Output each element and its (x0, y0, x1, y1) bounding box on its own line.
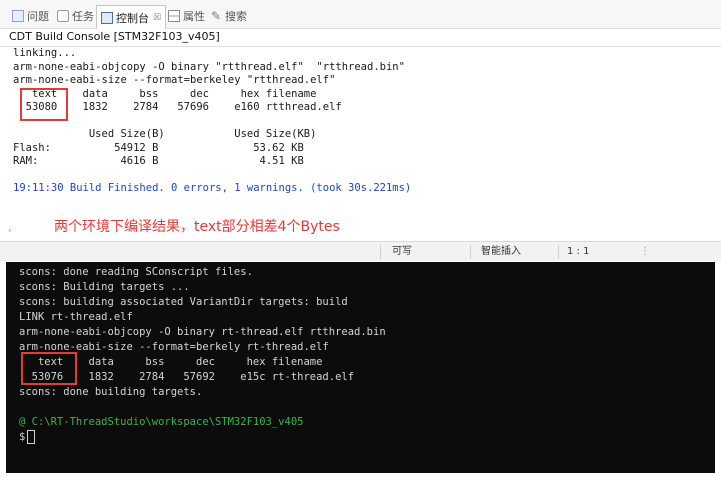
build-console-output[interactable]: linking... arm-none-eabi-objcopy -O bina… (13, 47, 411, 196)
terminal-path: @ C:\RT-ThreadStudio\workspace\STM32F103… (19, 416, 304, 428)
console-flash-usage: Flash: 54912 B 53.62 KB (13, 141, 304, 154)
tab-tasks[interactable]: 任务 (57, 6, 94, 25)
build-finished-line: 19:11:30 Build Finished. 0 errors, 1 war… (13, 182, 412, 194)
terminal-window[interactable]: scons: done reading SConscript files. sc… (6, 262, 715, 473)
tab-properties[interactable]: 属性 (168, 6, 205, 25)
tab-search[interactable]: ✎ 搜索 (210, 6, 247, 25)
search-icon: ✎ (210, 8, 222, 23)
terminal-line: LINK rt-thread.elf (19, 311, 133, 323)
terminal-line: arm-none-eabi-objcopy -O binary rt-threa… (19, 326, 386, 338)
tab-console-label: 控制台 (116, 11, 149, 25)
console-used-size-header: Used Size(B) Used Size(KB) (13, 128, 317, 140)
terminal-prompt-line[interactable]: $ (19, 430, 386, 445)
tab-problems-label: 问题 (27, 9, 49, 23)
console-line: arm-none-eabi-size --format=berkeley "rt… (13, 74, 336, 86)
close-tab-icon[interactable]: ☒ (153, 13, 161, 23)
console-ram-usage: RAM: 4616 B 4.51 KB (13, 155, 304, 167)
tab-properties-label: 属性 (183, 9, 205, 23)
tab-tasks-label: 任务 (72, 9, 94, 23)
tab-problems[interactable]: 问题 (12, 6, 49, 25)
terminal-cursor (27, 430, 36, 444)
status-divider (558, 245, 559, 259)
console-line: arm-none-eabi-objcopy -O binary "rtthrea… (13, 60, 405, 73)
scroll-left-icon[interactable]: ‹ (8, 226, 12, 236)
terminal-prompt: $ (19, 431, 26, 443)
terminal-line: scons: building associated VariantDir ta… (19, 296, 348, 308)
tab-console[interactable]: 控制台 ☒ (96, 5, 167, 29)
console-title: CDT Build Console [STM32F103_v405] (9, 30, 220, 43)
status-divider (380, 245, 381, 259)
console-line: linking... (13, 47, 77, 59)
terminal-line: scons: done reading SConscript files. (19, 266, 253, 278)
console-icon (101, 11, 113, 24)
status-cursor-position: 1 : 1 (567, 246, 590, 257)
status-insert-mode: 智能插入 (481, 246, 521, 257)
view-tab-bar: 问题 任务 控制台 ☒ 属性 ✎ 搜索 (0, 0, 721, 29)
text-size-highlight-box (20, 88, 68, 121)
console-size-header: text data bss dec hex filename (13, 87, 317, 100)
properties-icon (168, 9, 180, 22)
horizontal-scrollbar[interactable]: ‹ (8, 226, 716, 238)
status-grip-icon: ⋮ (640, 246, 650, 257)
problems-icon (12, 9, 24, 22)
text-size-highlight-box (21, 352, 77, 385)
tasks-icon (57, 9, 69, 22)
console-size-values: 53080 1832 2784 57696 e160 rtthread.elf (13, 101, 342, 113)
tab-search-label: 搜索 (225, 9, 247, 23)
status-bar: 可写 智能插入 1 : 1 ⋮ (0, 241, 721, 261)
status-writable: 可写 (392, 246, 412, 257)
terminal-line: scons: Building targets ... (19, 281, 190, 293)
terminal-line: scons: done building targets. (19, 386, 203, 398)
status-divider (470, 245, 471, 259)
